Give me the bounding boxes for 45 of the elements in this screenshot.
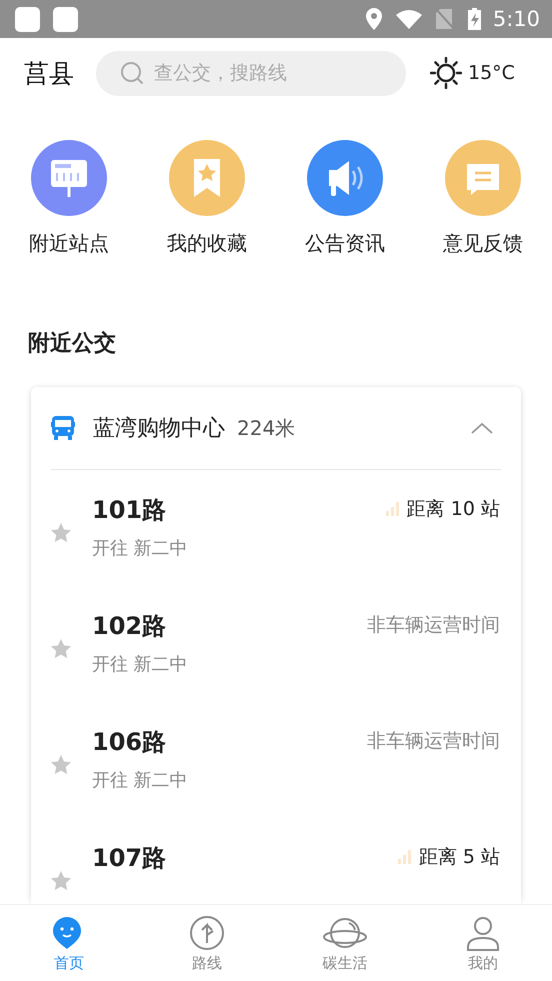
sim-icon [436,9,454,29]
route-destination: 开往 新二中 [92,653,189,676]
arrival-info: 距离 5 站 [418,845,500,870]
wifi-icon [396,9,422,29]
tab[interactable]: 碳生活 [276,905,414,981]
star-icon[interactable] [51,522,71,542]
route-name: 101路 [92,495,168,526]
station-name: 蓝湾购物中心 [93,415,225,443]
planet-icon [323,915,367,951]
section-title: 附近公交 [28,330,117,358]
arrival-info: 距离 10 站 [406,497,500,522]
shortcut-button[interactable]: 附近站点 [0,140,138,298]
clock: 5:10 [492,7,540,31]
route-destination: 开往 新二中 [92,769,189,792]
chevron-icon[interactable] [471,422,493,434]
route-name: 102路 [92,611,168,642]
shortcut-button[interactable]: 公告资讯 [276,140,414,298]
sun-icon [430,57,462,89]
search-icon [120,60,144,84]
route-name: 106路 [92,727,168,758]
star-icon[interactable] [51,870,71,890]
signal-icon [398,850,411,864]
notification-icon [15,6,40,32]
city-name[interactable]: 莒县 [24,56,74,90]
search-field[interactable]: 查公交，搜路线 [96,50,406,96]
tab[interactable]: 首页 [0,905,138,981]
bus-icon [51,416,75,440]
tab[interactable]: 路线 [138,905,276,981]
arrival-info: 非车辆运营时间 [367,613,500,638]
location-icon [366,8,382,30]
star-icon[interactable] [51,754,71,774]
shortcut-button[interactable]: 我的收藏 [138,140,276,298]
temperature: 15°C [468,62,515,84]
shortcut-button[interactable]: 意见反馈 [414,140,552,298]
person-icon [465,915,501,951]
battery-icon [468,8,481,30]
signal-icon [386,502,399,516]
star-icon[interactable] [51,638,71,658]
station-distance: 224米 [237,414,296,442]
tab[interactable]: 我的 [414,905,552,981]
notification-icon [53,6,78,32]
route-icon [189,915,225,951]
route-destination: 开往 新二中 [92,537,189,560]
arrival-info: 非车辆运营时间 [367,729,500,754]
route-name: 107路 [92,843,168,874]
